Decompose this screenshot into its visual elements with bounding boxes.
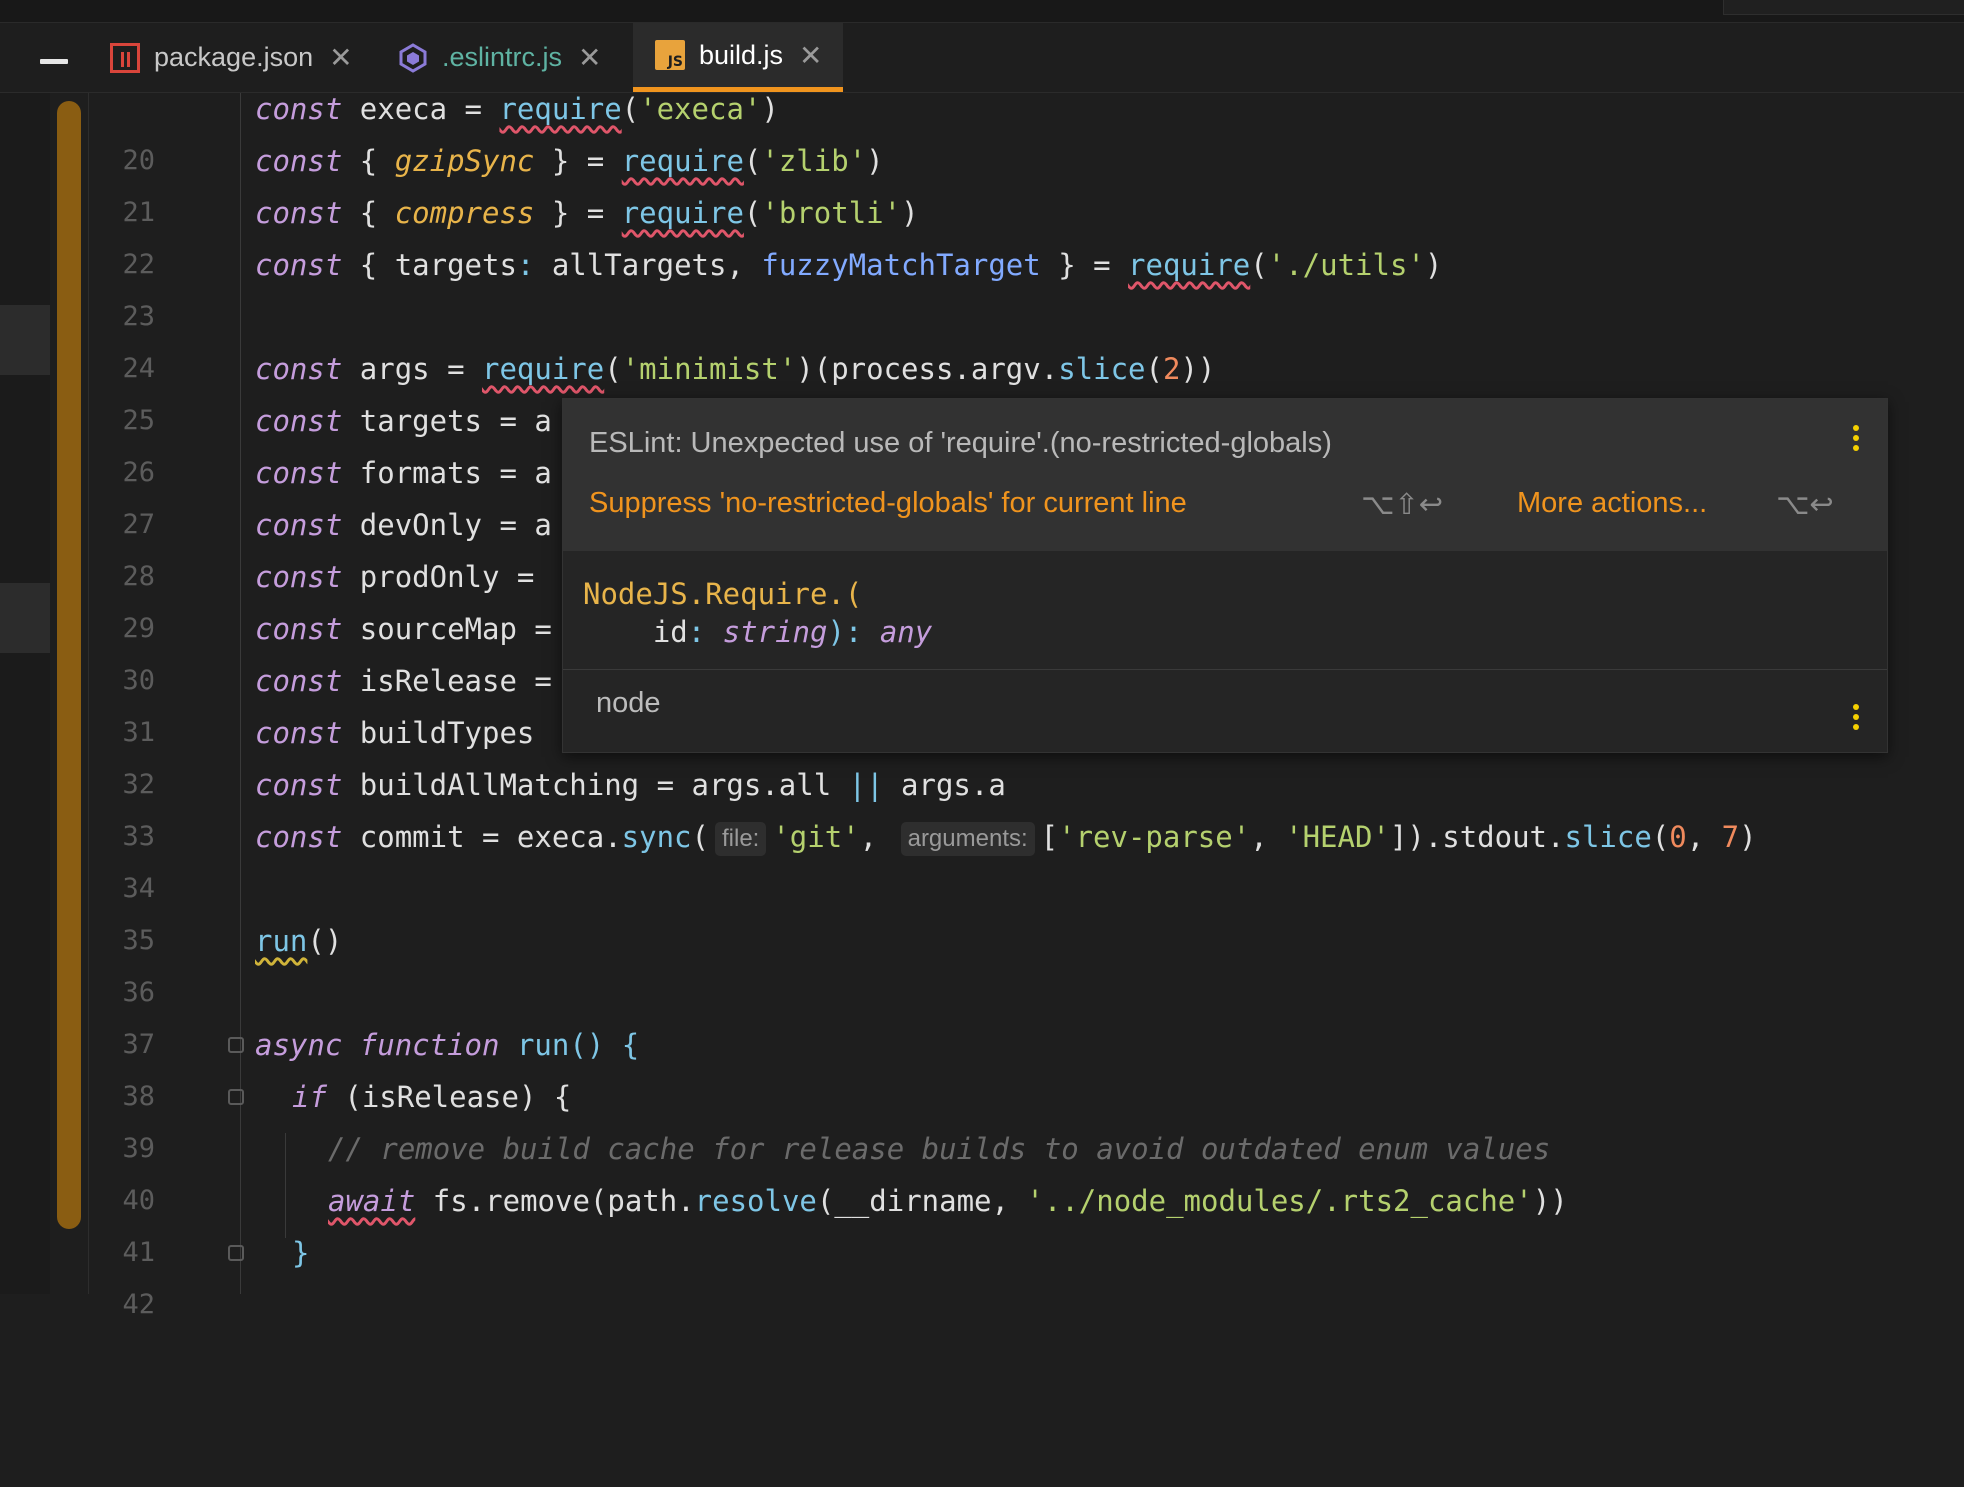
popup-divider — [563, 669, 1887, 670]
close-icon[interactable]: ✕ — [578, 41, 601, 74]
module-name: node — [596, 687, 661, 719]
search-field-ghost — [1723, 0, 1964, 15]
fold-icon[interactable] — [228, 1089, 244, 1105]
suppress-rule-link[interactable]: Suppress 'no-restricted-globals' for cur… — [589, 487, 1187, 520]
window-top-strip — [0, 0, 1964, 23]
code-line: 24 — [0, 291, 1964, 384]
code-line: 23 const { targets: allTargets, fuzzyMat… — [0, 239, 1964, 332]
function-signature: NodeJS.Require.( id: string): any — [583, 577, 933, 649]
code-line: 37 — [0, 967, 1964, 1060]
tab-eslintrc[interactable]: .eslintrc.js ✕ — [398, 23, 602, 92]
fix-shortcut: ⌥⇧↩ — [1361, 487, 1444, 521]
tab-label: package.json — [154, 42, 314, 72]
collapse-icon[interactable] — [40, 59, 68, 64]
code-line: 21 const { gzipSync } = require('zlib') — [0, 135, 1964, 228]
code-line: 41 await fs.remove(path.resolve(__dirnam… — [0, 1175, 1964, 1268]
fold-icon[interactable] — [228, 1245, 244, 1261]
tab-package-json[interactable]: package.json ✕ — [110, 23, 353, 92]
popup-problem-section: ESLint: Unexpected use of 'require'.(no-… — [563, 399, 1887, 551]
more-actions-shortcut: ⌥↩ — [1776, 487, 1834, 521]
line-number: 42 — [122, 1289, 155, 1320]
code-line: 40 // remove build cache for release bui… — [0, 1123, 1964, 1216]
fold-icon[interactable] — [228, 1037, 244, 1053]
code-line: 33 const buildAllMatching = args.all || … — [0, 759, 1964, 852]
javascript-file-icon: JS — [655, 40, 685, 70]
close-icon[interactable]: ✕ — [329, 41, 352, 74]
parameter-hint: arguments: — [900, 822, 1035, 856]
code-line: 35 — [0, 863, 1964, 956]
code-line: 20 const execa = require('execa') — [0, 83, 1964, 176]
code-line: 38 async function run() { — [0, 1019, 1964, 1112]
code-line: 39 if (isRelease) { — [0, 1071, 1964, 1164]
tab-label: .eslintrc.js — [442, 42, 563, 72]
tab-build-js[interactable]: JS build.js ✕ — [633, 23, 843, 92]
code-line: 42 } — [0, 1227, 1964, 1320]
more-options-icon[interactable] — [1853, 704, 1859, 734]
eslint-icon — [398, 42, 428, 73]
close-icon[interactable]: ✕ — [799, 39, 822, 72]
npm-package-icon — [110, 42, 140, 73]
eslint-quick-doc-popup: ESLint: Unexpected use of 'require'.(no-… — [562, 398, 1888, 753]
code-line: 25 const args = require('minimist')(proc… — [0, 343, 1964, 436]
eslint-message: ESLint: Unexpected use of 'require'.(no-… — [589, 427, 1332, 459]
parameter-hint: file: — [714, 822, 767, 856]
code-line: 34 const commit = execa.sync(file:'git',… — [0, 811, 1964, 904]
more-actions-link[interactable]: More actions... — [1517, 487, 1707, 520]
tab-label: build.js — [699, 39, 784, 70]
code-line: 22 const { compress } = require('brotli'… — [0, 187, 1964, 280]
code-line: 36 run() — [0, 915, 1964, 1008]
more-options-icon[interactable] — [1853, 425, 1859, 455]
